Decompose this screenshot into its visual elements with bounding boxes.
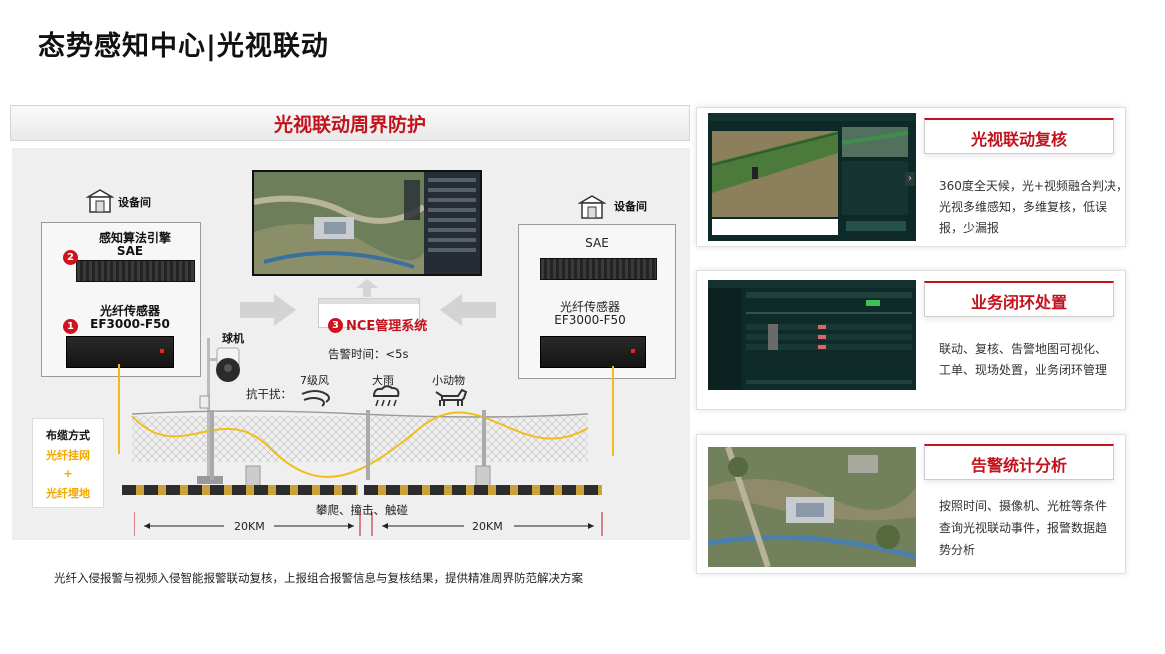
fiber-sensor-left bbox=[66, 336, 174, 368]
sae-server-right bbox=[540, 258, 657, 280]
led-icon bbox=[160, 349, 164, 353]
diagram-banner-title: 光视联动周界防护 bbox=[273, 114, 426, 136]
right-room-label: 设备间 bbox=[614, 200, 647, 213]
card-3-aerial bbox=[708, 447, 916, 567]
badge-2: 2 bbox=[63, 250, 78, 265]
card-2-title: 业务闭环处置 bbox=[970, 293, 1067, 312]
right-engine-model: SAE bbox=[585, 236, 609, 250]
equipment-room-icon bbox=[85, 188, 115, 214]
distance-left: 20KM bbox=[234, 520, 265, 533]
equipment-room-icon bbox=[577, 194, 607, 220]
cabling-title: 布缆方式 bbox=[46, 429, 90, 442]
sae-server-left bbox=[76, 260, 195, 282]
card-1-screenshot bbox=[708, 113, 916, 241]
card-3-desc-line-1: 按照时间、摄像机、光桩等条件 bbox=[939, 499, 1108, 513]
card-3-title: 告警统计分析 bbox=[970, 456, 1067, 475]
nce-label: NCE管理系统 bbox=[346, 319, 428, 334]
fiber-cable bbox=[612, 366, 614, 456]
cabling-plus: + bbox=[63, 467, 73, 480]
card-3-desc-line-3: 势分析 bbox=[939, 543, 976, 557]
arrow-right-icon bbox=[240, 294, 296, 330]
right-sensor-model: EF3000-F50 bbox=[554, 313, 626, 327]
card-2-screenshot bbox=[708, 280, 916, 390]
card-1-desc-line-2: 光视多维感知，多维复核，低误 bbox=[939, 200, 1108, 214]
cabling-option-1: 光纤挂网 bbox=[46, 449, 90, 462]
card-1-desc-line-3: 报，少漏报 bbox=[939, 221, 1000, 235]
badge-1: 1 bbox=[63, 319, 78, 334]
left-sensor-model: EF3000-F50 bbox=[90, 317, 170, 331]
card-1-title: 光视联动复核 bbox=[970, 130, 1067, 149]
fence bbox=[120, 408, 600, 488]
card-2-desc-line-1: 联动、复核、告警地图可视化、 bbox=[939, 342, 1108, 356]
alarm-time: 告警时间：<5s bbox=[328, 347, 409, 361]
led-icon bbox=[631, 349, 635, 353]
nce-aerial-screen bbox=[252, 170, 482, 276]
ground-strip bbox=[122, 485, 358, 495]
cabling-option-2: 光纤埋地 bbox=[46, 487, 90, 500]
ground-strip bbox=[364, 485, 602, 495]
fiber-cable bbox=[118, 364, 120, 454]
badge-3: 3 bbox=[328, 318, 343, 333]
card-3-desc-line-2: 查询光视联动事件，报警数据趋 bbox=[939, 521, 1108, 535]
chevron-right-icon[interactable]: › bbox=[905, 172, 915, 186]
dimension-line bbox=[133, 512, 604, 540]
card-1-desc-line-1: 360度全天候，光+视频融合判决， bbox=[939, 179, 1128, 193]
left-room-label: 设备间 bbox=[118, 196, 151, 209]
anti-interference-label: 抗干扰： bbox=[246, 387, 292, 401]
card-2-desc-line-2: 工单、现场处置，业务闭环管理 bbox=[939, 363, 1108, 377]
arrow-left-icon bbox=[440, 294, 496, 330]
page-title: 态势感知中心|光视联动 bbox=[38, 31, 329, 62]
footer-text: 光纤入侵报警与视频入侵智能报警联动复核，上报组合报警信息与复核结果，提供精准周界… bbox=[54, 571, 583, 585]
distance-right: 20KM bbox=[472, 520, 503, 533]
left-engine-model: SAE bbox=[116, 244, 144, 258]
